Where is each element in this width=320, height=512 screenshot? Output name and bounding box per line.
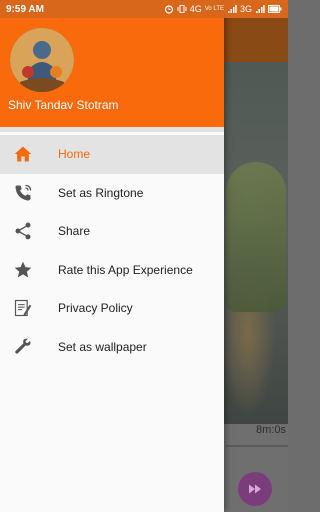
seek-bar[interactable] xyxy=(226,445,288,447)
signal-icon xyxy=(227,5,237,13)
menu-item-home[interactable]: Home xyxy=(0,135,224,174)
navigation-drawer: Shiv Tandav Stotram Home Set as Ringtone xyxy=(0,0,224,512)
home-icon xyxy=(12,143,34,165)
duration-label: 8m:0s xyxy=(256,424,286,436)
menu-item-label: Set as wallpaper xyxy=(58,339,147,354)
menu-item-set-ringtone[interactable]: Set as Ringtone xyxy=(0,174,224,213)
signal-icon-2 xyxy=(256,5,265,13)
vibrate-icon xyxy=(177,5,187,13)
app-title: Shiv Tandav Stotram xyxy=(8,98,119,112)
drawer-menu: Home Set as Ringtone Share Rate this App… xyxy=(0,135,224,366)
alarm-icon xyxy=(164,5,173,14)
document-edit-icon xyxy=(12,297,34,319)
menu-item-share[interactable]: Share xyxy=(0,212,224,251)
phone-ring-icon xyxy=(12,182,34,204)
menu-item-set-wallpaper[interactable]: Set as wallpaper xyxy=(0,328,224,367)
status-indicators: 4G Vo LTE 3G xyxy=(164,4,282,14)
fast-forward-icon xyxy=(249,484,261,494)
battery-icon xyxy=(268,5,282,13)
star-icon xyxy=(12,259,34,281)
app-avatar xyxy=(10,28,74,92)
menu-item-rate-app[interactable]: Rate this App Experience xyxy=(0,251,224,290)
menu-item-label: Rate this App Experience xyxy=(58,262,193,277)
menu-item-privacy-policy[interactable]: Privacy Policy xyxy=(0,289,224,328)
header-divider xyxy=(0,127,224,132)
network-type-2: 3G xyxy=(239,4,252,14)
background-snake-graphic xyxy=(226,162,286,312)
menu-item-label: Share xyxy=(58,224,91,239)
menu-item-label: Home xyxy=(58,147,91,162)
volte-indicator: Vo LTE xyxy=(204,6,224,12)
menu-item-label: Privacy Policy xyxy=(58,301,133,316)
wrench-icon xyxy=(12,336,34,358)
menu-item-label: Set as Ringtone xyxy=(58,185,144,200)
share-icon xyxy=(12,220,34,242)
fast-forward-button[interactable] xyxy=(238,472,272,506)
network-type: 4G xyxy=(189,4,202,14)
status-bar: 9:59 AM 4G Vo LTE 3G xyxy=(0,0,288,18)
shiva-avatar-image xyxy=(10,28,74,92)
drawer-header: Shiv Tandav Stotram xyxy=(0,18,224,127)
status-time: 9:59 AM xyxy=(6,3,44,15)
